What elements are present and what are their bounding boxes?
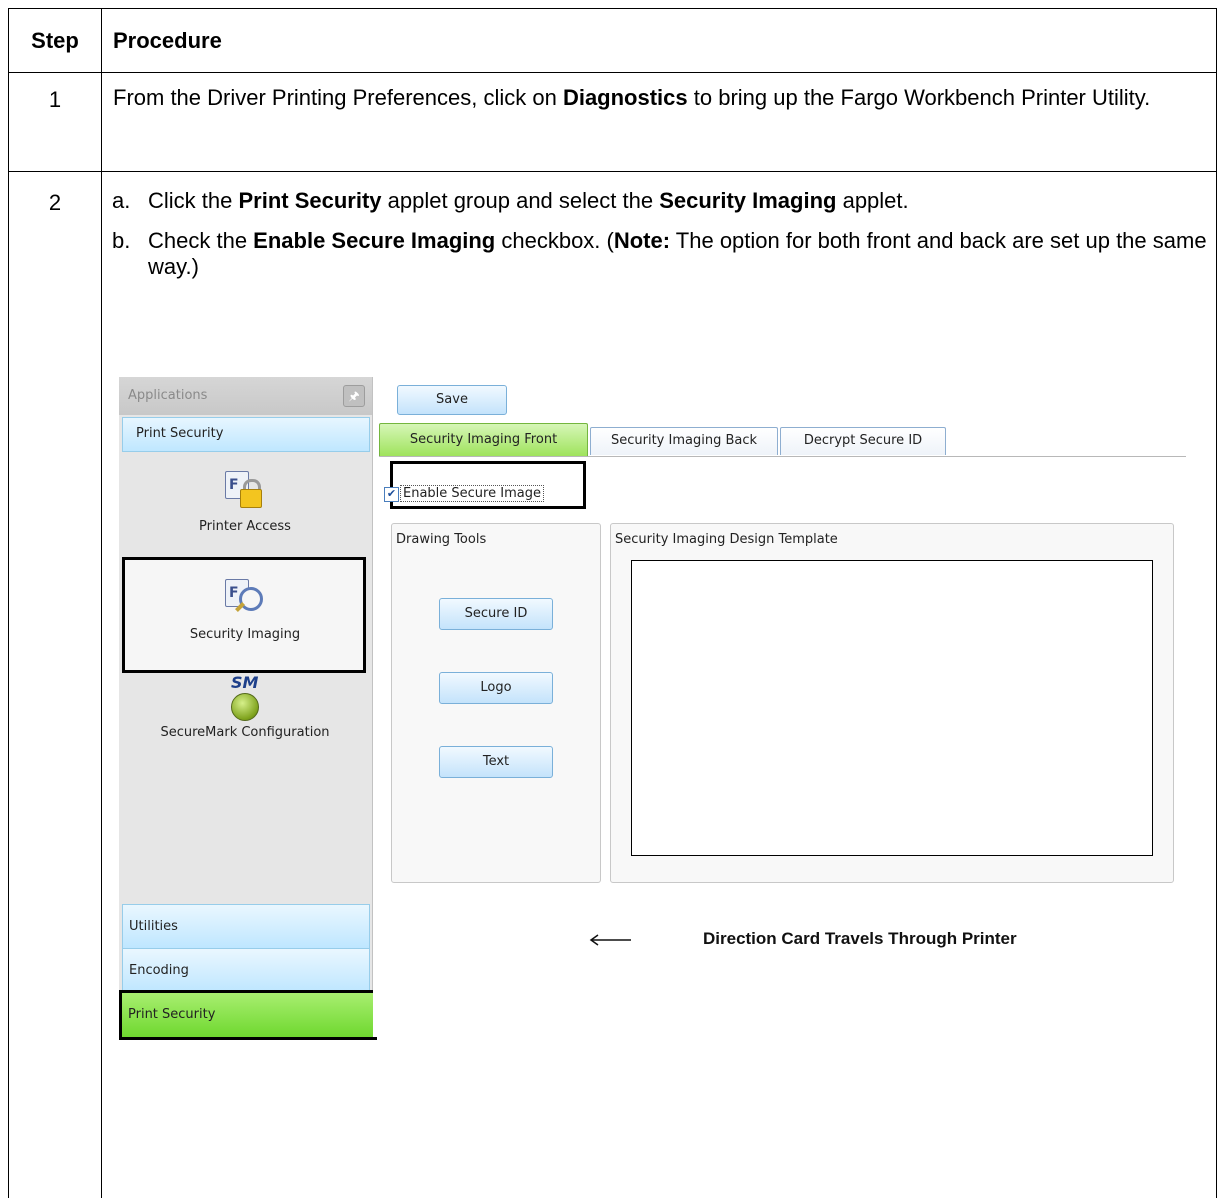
step-number-2: 2	[9, 172, 102, 1198]
sidebar-title: Applications	[128, 388, 207, 403]
tab-label: Decrypt Secure ID	[804, 433, 922, 448]
app-label: Security Imaging	[122, 627, 368, 642]
bold-term: Note:	[614, 228, 670, 253]
text-fragment: applet.	[836, 188, 908, 213]
securemark-icon: SM	[225, 675, 265, 719]
magnifier-document-icon: F	[225, 577, 265, 617]
text-button[interactable]: Text	[439, 746, 553, 778]
instruction-b: b. Check the Enable Secure Imaging checkb…	[102, 228, 1216, 280]
tab-decrypt-secure-id[interactable]: Decrypt Secure ID	[780, 427, 946, 455]
text-fragment: Check the	[148, 228, 253, 253]
text-fragment: checkbox. (	[495, 228, 614, 253]
step-header: Step	[9, 9, 102, 73]
bold-term: Diagnostics	[563, 85, 688, 110]
secure-id-button[interactable]: Secure ID	[439, 598, 553, 630]
save-button[interactable]: Save	[397, 385, 507, 415]
tab-strip: Security Imaging Front Security Imaging …	[379, 423, 1186, 457]
bold-term: Security Imaging	[659, 188, 836, 213]
sidebar-header: Applications 🖈	[119, 377, 372, 415]
list-marker: b.	[112, 228, 130, 254]
app-securemark-configuration[interactable]: SM SecureMark Configuration	[122, 675, 368, 740]
app-label: Printer Access	[122, 519, 368, 534]
instruction-a: a. Click the Print Security applet group …	[102, 188, 1216, 214]
nav-encoding[interactable]: Encoding	[122, 948, 370, 994]
design-canvas[interactable]	[631, 560, 1153, 856]
logo-button[interactable]: Logo	[439, 672, 553, 704]
nav-label: Print Security	[128, 1007, 215, 1022]
tab-security-imaging-back[interactable]: Security Imaging Back	[590, 427, 778, 455]
lock-document-icon: F	[225, 469, 265, 509]
text-fragment: Click the	[148, 188, 238, 213]
design-template-title: Security Imaging Design Template	[615, 532, 838, 547]
pin-icon[interactable]: 🖈	[343, 385, 365, 407]
nav-label: Encoding	[129, 963, 189, 978]
text-fragment: From the Driver Printing Preferences, cl…	[113, 85, 563, 110]
app-printer-access[interactable]: F Printer Access	[122, 469, 368, 534]
drawing-tools-title: Drawing Tools	[396, 532, 486, 547]
text-fragment: applet group and select the	[382, 188, 660, 213]
tool-label: Text	[483, 754, 509, 769]
instruction-list: a. Click the Print Security applet group …	[102, 188, 1216, 280]
enable-secure-image-checkbox[interactable]: ✔	[384, 487, 399, 502]
drawing-tools-panel: Drawing Tools Secure ID Logo Text	[391, 523, 601, 883]
nav-label: Utilities	[129, 919, 178, 934]
app-label: SecureMark Configuration	[122, 725, 368, 740]
nav-utilities[interactable]: Utilities	[122, 904, 370, 950]
save-label: Save	[436, 392, 468, 407]
enable-secure-image-label[interactable]: Enable Secure Image	[400, 485, 544, 502]
group-print-security[interactable]: Print Security	[122, 417, 370, 452]
securemark-icon-text: SM	[231, 673, 258, 692]
procedure-text-1: From the Driver Printing Preferences, cl…	[102, 73, 1217, 172]
step-number-1: 1	[9, 73, 102, 172]
group-label: Print Security	[136, 426, 223, 441]
text-fragment: to bring up the Fargo Workbench Printer …	[688, 85, 1151, 110]
tool-label: Secure ID	[465, 606, 528, 621]
nav-print-security[interactable]: Print Security	[119, 990, 377, 1040]
direction-caption: Direction Card Travels Through Printer	[703, 929, 1017, 949]
app-security-imaging[interactable]: F Security Imaging	[122, 577, 368, 642]
applications-sidebar: Applications 🖈 Print Security F Printer …	[119, 377, 373, 1037]
tab-label: Security Imaging Front	[410, 432, 557, 447]
applet-main-pane: Save Security Imaging Front Security Ima…	[373, 377, 1186, 1037]
bold-term: Print Security	[238, 188, 381, 213]
tab-security-imaging-front[interactable]: Security Imaging Front	[379, 423, 588, 456]
bold-term: Enable Secure Imaging	[253, 228, 495, 253]
list-marker: a.	[112, 188, 130, 214]
design-template-panel: Security Imaging Design Template	[610, 523, 1174, 883]
procedure-header: Procedure	[102, 9, 1217, 73]
tool-label: Logo	[480, 680, 511, 695]
workbench-screenshot: Applications 🖈 Print Security F Printer …	[119, 377, 1186, 1037]
left-arrow-icon	[589, 933, 633, 947]
tab-label: Security Imaging Back	[611, 433, 757, 448]
